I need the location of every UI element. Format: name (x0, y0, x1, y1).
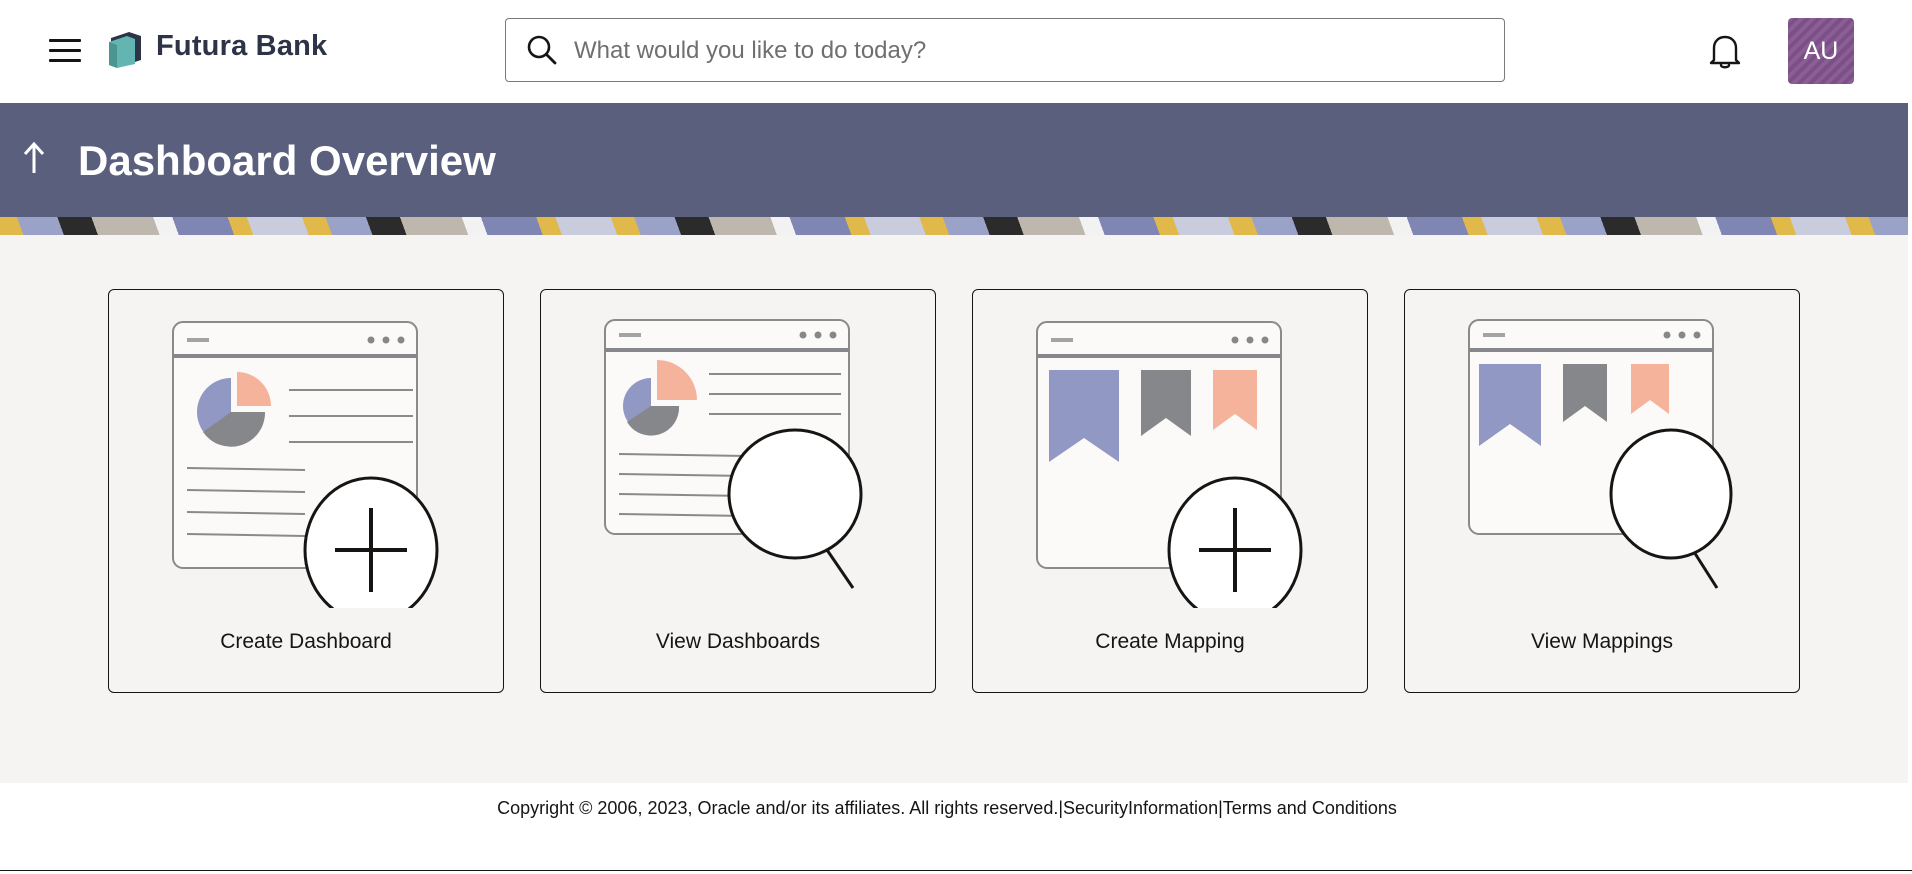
up-arrow-icon[interactable] (20, 139, 48, 179)
terms-and-conditions-link[interactable]: Terms and Conditions (1223, 798, 1397, 818)
page-banner: Dashboard Overview (0, 103, 1908, 235)
search-bar[interactable] (505, 18, 1505, 82)
create-dashboard-illustration (172, 321, 439, 608)
view-dashboards-card[interactable]: View Dashboards (540, 289, 936, 693)
copyright-text: Copyright © 2006, 2023, Oracle and/or it… (497, 798, 1059, 818)
view-mappings-card[interactable]: View Mappings (1404, 289, 1800, 693)
main-content: Create Dashboard View Dashboards Create … (0, 235, 1908, 783)
page-title: Dashboard Overview (78, 137, 496, 184)
page-footer: Copyright © 2006, 2023, Oracle and/or it… (0, 783, 1912, 871)
bell-icon[interactable] (1708, 33, 1742, 69)
banner-decorative-strip (0, 217, 1908, 235)
brand-name: Futura Bank (156, 30, 328, 62)
create-dashboard-card[interactable]: Create Dashboard (108, 289, 504, 693)
search-icon (527, 35, 557, 65)
view-dashboards-label: View Dashboards (655, 630, 821, 653)
create-mapping-card[interactable]: Create Mapping (972, 289, 1368, 693)
user-avatar[interactable]: AU (1788, 18, 1854, 84)
hamburger-icon[interactable] (49, 37, 83, 65)
create-mapping-label: Create Mapping (1095, 630, 1245, 653)
futura-bank-logo (109, 32, 141, 68)
top-header: Futura Bank AU (0, 0, 1912, 103)
view-mappings-illustration (1468, 319, 1733, 589)
view-mappings-label: View Mappings (1530, 630, 1674, 653)
create-dashboard-label: Create Dashboard (220, 630, 392, 653)
view-dashboards-illustration (604, 319, 863, 589)
security-information-link[interactable]: SecurityInformation (1063, 798, 1218, 818)
user-initials: AU (1803, 36, 1839, 65)
footer-text: Copyright © 2006, 2023, Oracle and/or it… (0, 798, 1894, 819)
search-input[interactable] (572, 31, 1476, 71)
create-mapping-illustration (1036, 321, 1303, 608)
